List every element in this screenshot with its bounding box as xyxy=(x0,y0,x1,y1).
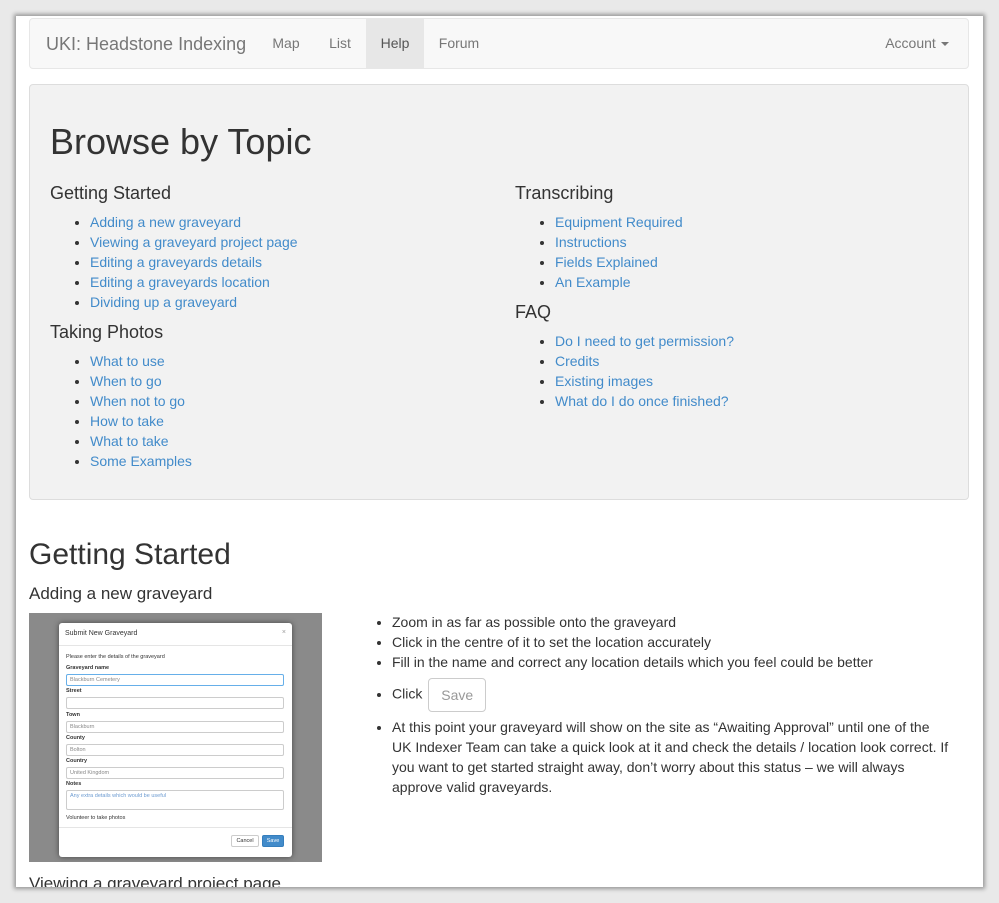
nav-list[interactable]: List xyxy=(314,19,366,68)
step-item: Zoom in as far as possible onto the grav… xyxy=(392,612,952,632)
link-viewing-project[interactable]: Viewing a graveyard project page xyxy=(90,234,298,250)
list-item: What do I do once finished? xyxy=(555,391,734,411)
link-credits[interactable]: Credits xyxy=(555,353,599,369)
list-item: What to use xyxy=(90,351,192,371)
modal-save-button: Save xyxy=(262,835,284,847)
submit-graveyard-modal: Submit New Graveyard × Please enter the … xyxy=(59,623,292,857)
account-dropdown[interactable]: Account xyxy=(874,19,960,68)
browse-by-topic-panel: Browse by Topic Getting Started Adding a… xyxy=(29,84,969,500)
step-item: At this point your graveyard will show o… xyxy=(392,717,952,797)
list-item: How to take xyxy=(90,411,192,431)
volunteer-checkbox-label: Volunteer to take photos xyxy=(66,815,126,821)
country-label: Country xyxy=(66,758,88,764)
link-once-finished[interactable]: What do I do once finished? xyxy=(555,393,729,409)
steps-list: Zoom in as far as possible onto the grav… xyxy=(352,612,952,797)
list-item: Existing images xyxy=(555,371,734,391)
link-how-to-take[interactable]: How to take xyxy=(90,413,164,429)
divider xyxy=(59,827,292,828)
link-dividing-graveyard[interactable]: Dividing up a graveyard xyxy=(90,294,237,310)
divider xyxy=(59,645,292,646)
link-some-examples[interactable]: Some Examples xyxy=(90,453,192,469)
list-item: When not to go xyxy=(90,391,192,411)
link-when-not-to-go[interactable]: When not to go xyxy=(90,393,185,409)
list-item: Editing a graveyards details xyxy=(90,252,298,272)
list-item: When to go xyxy=(90,371,192,391)
list-item: An Example xyxy=(555,272,683,292)
link-instructions[interactable]: Instructions xyxy=(555,234,627,250)
list-item: Equipment Required xyxy=(555,212,683,232)
step-item: Click in the centre of it to set the loc… xyxy=(392,632,952,652)
link-equipment-required[interactable]: Equipment Required xyxy=(555,214,683,230)
nav-forum[interactable]: Forum xyxy=(424,19,494,68)
link-what-to-take[interactable]: What to take xyxy=(90,433,169,449)
modal-title: Submit New Graveyard xyxy=(65,630,138,637)
topic-faq: FAQ xyxy=(515,302,552,322)
modal-intro: Please enter the details of the graveyar… xyxy=(66,654,165,660)
link-when-to-go[interactable]: When to go xyxy=(90,373,162,389)
list-item: Do I need to get permission? xyxy=(555,331,734,351)
link-fields-explained[interactable]: Fields Explained xyxy=(555,254,658,270)
brand-link[interactable]: UKI: Headstone Indexing xyxy=(46,34,246,55)
list-item: Fields Explained xyxy=(555,252,683,272)
link-what-to-use[interactable]: What to use xyxy=(90,353,165,369)
town-label: Town xyxy=(66,712,80,718)
getting-started-links: Adding a new graveyard Viewing a graveya… xyxy=(50,212,298,312)
nav-map[interactable]: Map xyxy=(258,19,314,68)
save-button-example[interactable]: Save xyxy=(428,678,487,712)
list-item: Instructions xyxy=(555,232,683,252)
account-label: Account xyxy=(885,35,936,51)
list-item: Dividing up a graveyard xyxy=(90,292,298,312)
transcribing-links: Equipment Required Instructions Fields E… xyxy=(515,212,683,292)
step-click-text: Click xyxy=(392,685,423,702)
topic-getting-started: Getting Started xyxy=(50,183,172,203)
close-icon: × xyxy=(281,629,286,636)
name-field: Blackburn Cemetery xyxy=(66,674,284,686)
list-item: Viewing a graveyard project page xyxy=(90,232,298,252)
list-item: Some Examples xyxy=(90,451,192,471)
modal-cancel-button: Cancel xyxy=(231,835,259,847)
list-item: What to take xyxy=(90,431,192,451)
town-field: Blackburn xyxy=(66,721,284,733)
navbar: UKI: Headstone Indexing Map List Help Fo… xyxy=(29,18,969,69)
step-item: Fill in the name and correct any locatio… xyxy=(392,652,952,672)
nav-help[interactable]: Help xyxy=(366,19,424,68)
browser-frame: UKI: Headstone Indexing Map List Help Fo… xyxy=(16,16,983,887)
subsection-title: Adding a new graveyard xyxy=(29,584,213,603)
county-select: Bolton xyxy=(66,744,284,756)
subsection-title: Viewing a graveyard project page xyxy=(29,874,282,887)
link-permission[interactable]: Do I need to get permission? xyxy=(555,333,734,349)
topic-transcribing: Transcribing xyxy=(515,183,614,203)
list-item: Credits xyxy=(555,351,734,371)
link-existing-images[interactable]: Existing images xyxy=(555,373,653,389)
caret-down-icon xyxy=(940,42,949,47)
list-item: Adding a new graveyard xyxy=(90,212,298,232)
country-field: United Kingdom xyxy=(66,767,284,779)
link-an-example[interactable]: An Example xyxy=(555,274,630,290)
example-screenshot: Submit New Graveyard × Please enter the … xyxy=(29,613,322,862)
street-label: Street xyxy=(66,688,82,694)
name-label: Graveyard name xyxy=(66,665,110,671)
section-title: Getting Started xyxy=(29,538,231,571)
faq-links: Do I need to get permission? Credits Exi… xyxy=(515,331,734,411)
taking-photos-links: What to use When to go When not to go Ho… xyxy=(50,351,192,471)
browse-title: Browse by Topic xyxy=(50,121,312,162)
step-item: Click Save xyxy=(392,678,952,712)
notes-label: Notes xyxy=(66,781,82,787)
county-label: County xyxy=(66,735,85,741)
link-editing-details[interactable]: Editing a graveyards details xyxy=(90,254,262,270)
street-field xyxy=(66,697,284,709)
link-adding-graveyard[interactable]: Adding a new graveyard xyxy=(90,214,241,230)
notes-field: Any extra details which would be useful xyxy=(66,790,284,810)
list-item: Editing a graveyards location xyxy=(90,272,298,292)
topic-taking-photos: Taking Photos xyxy=(50,322,164,342)
link-editing-location[interactable]: Editing a graveyards location xyxy=(90,274,270,290)
